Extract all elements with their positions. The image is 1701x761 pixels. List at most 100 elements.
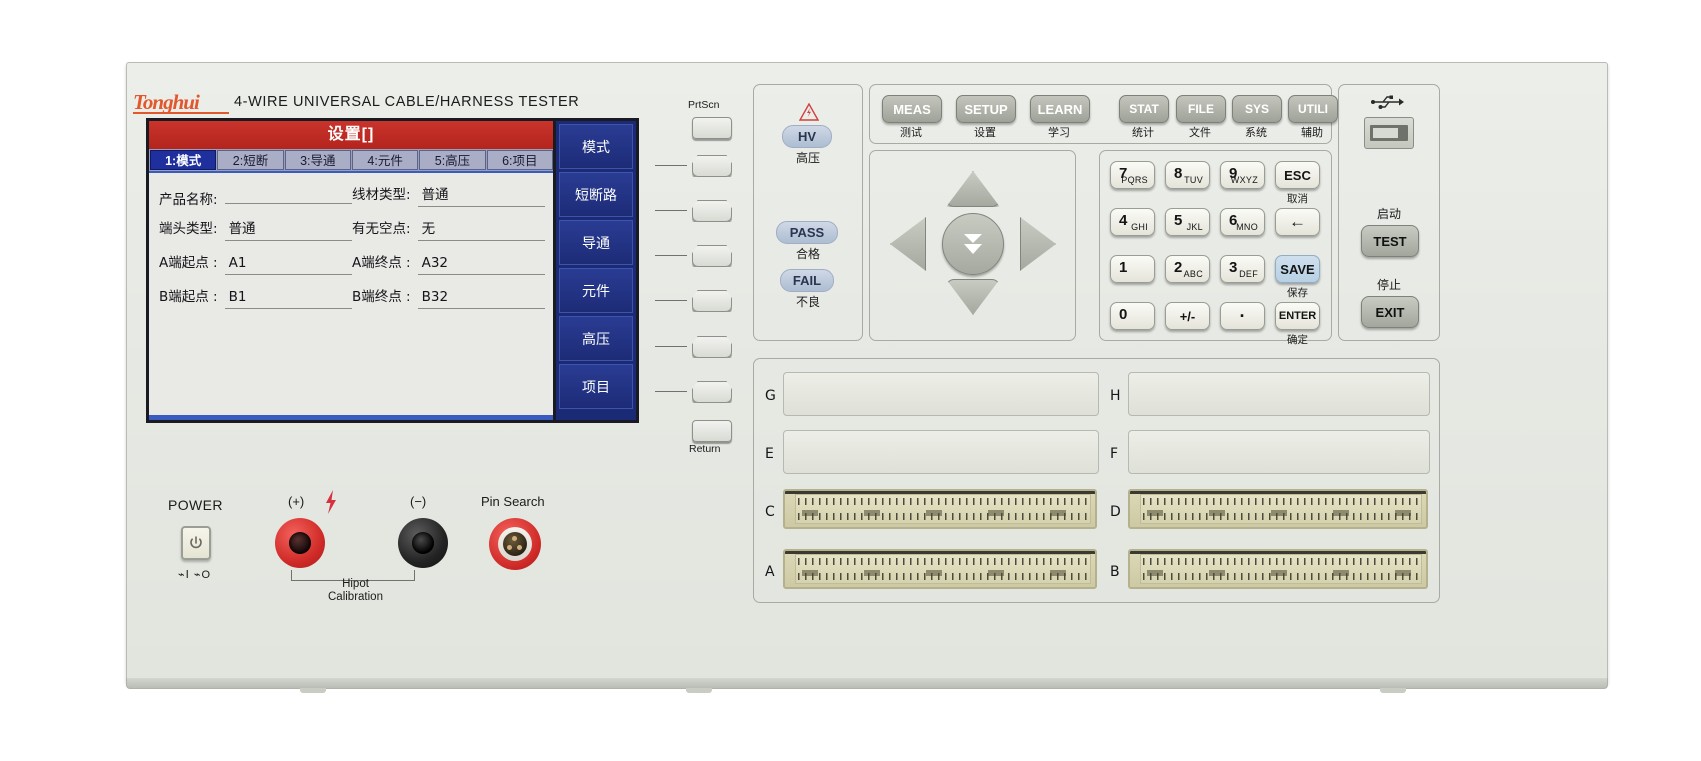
- file-button[interactable]: FILE: [1176, 95, 1226, 123]
- lcd-tab-project[interactable]: 6:项目: [486, 150, 553, 170]
- stat-button[interactable]: STAT: [1119, 95, 1169, 123]
- field-b-start[interactable]: B端起点 : B1: [159, 285, 352, 309]
- numeric-keypad-panel: 7 PQRS 8 TUV 9 WXYZ ESC 取消 4 GHI 5 JKL 6…: [1099, 150, 1332, 346]
- key-digit: 1: [1119, 259, 1128, 276]
- key-1[interactable]: 1: [1110, 255, 1155, 283]
- usb-port[interactable]: [1364, 117, 1414, 149]
- save-button[interactable]: SAVE: [1275, 255, 1320, 283]
- softkey-button-2[interactable]: [692, 200, 732, 222]
- learn-button[interactable]: LEARN: [1030, 95, 1090, 123]
- key-decimal-point[interactable]: ·: [1220, 302, 1265, 330]
- field-value[interactable]: 普通: [224, 220, 352, 241]
- connector-slot-f[interactable]: [1128, 430, 1430, 474]
- hipot-line2: Calibration: [328, 591, 383, 603]
- sys-button[interactable]: SYS: [1232, 95, 1282, 123]
- softkey-button-4[interactable]: [692, 290, 732, 312]
- double-chevron-down-icon: [964, 234, 982, 254]
- pin-search-terminal[interactable]: [489, 518, 541, 570]
- field-b-end[interactable]: B端终点 : B32: [352, 285, 545, 309]
- field-a-end[interactable]: A端终点 : A32: [352, 251, 545, 275]
- field-value[interactable]: A1: [224, 254, 352, 275]
- key-2[interactable]: 2 ABC: [1165, 255, 1210, 283]
- field-terminal-type[interactable]: 端头类型: 普通: [159, 217, 352, 241]
- softkey-button-return[interactable]: [692, 420, 732, 442]
- hv-plus-terminal[interactable]: [275, 518, 325, 568]
- connector-slot-h[interactable]: [1128, 372, 1430, 416]
- connector-socket-d[interactable]: [1128, 489, 1428, 529]
- key-3[interactable]: 3 DEF: [1220, 255, 1265, 283]
- key-0[interactable]: 0: [1110, 302, 1155, 330]
- navigation-center-button[interactable]: [942, 213, 1004, 275]
- field-value[interactable]: 无: [417, 220, 545, 241]
- connector-slot-g[interactable]: [783, 372, 1099, 416]
- hv-indicator-label: 高压: [795, 151, 820, 165]
- lcd-tab-mode[interactable]: 1:模式: [150, 150, 217, 170]
- field-value[interactable]: B32: [417, 288, 545, 309]
- key-6[interactable]: 6 MNO: [1220, 208, 1265, 236]
- key-digit: 0: [1119, 306, 1128, 323]
- field-value[interactable]: A32: [417, 254, 545, 275]
- setup-sublabel: 设置: [974, 126, 996, 139]
- key-8[interactable]: 8 TUV: [1165, 161, 1210, 189]
- connector-label-d: D: [1110, 504, 1121, 520]
- key-7[interactable]: 7 PQRS: [1110, 161, 1155, 189]
- field-product-name[interactable]: 产品名称:: [159, 183, 352, 208]
- connector-label-e: E: [765, 446, 774, 462]
- high-voltage-warning-icon: [799, 103, 819, 121]
- power-button[interactable]: [181, 526, 211, 560]
- arrow-right-icon[interactable]: [1020, 217, 1056, 271]
- arrow-left-icon[interactable]: [890, 217, 926, 271]
- test-button[interactable]: TEST: [1361, 225, 1419, 257]
- arrow-down-icon[interactable]: [946, 279, 1000, 315]
- enter-button[interactable]: ENTER: [1275, 302, 1320, 330]
- utili-button[interactable]: UTILI: [1288, 95, 1338, 123]
- key-5[interactable]: 5 JKL: [1165, 208, 1210, 236]
- backspace-button[interactable]: ←: [1275, 208, 1320, 236]
- connector-socket-a[interactable]: [783, 549, 1097, 589]
- softkey-button-6[interactable]: [692, 381, 732, 403]
- arrow-up-icon[interactable]: [946, 171, 1000, 207]
- softkey-connector-line-3: [655, 255, 687, 256]
- field-value[interactable]: B1: [224, 288, 352, 309]
- lcd-tab-continuity[interactable]: 3:导通: [284, 150, 351, 170]
- fail-indicator-label: 不良: [795, 295, 820, 309]
- field-empty-point[interactable]: 有无空点: 无: [352, 217, 545, 241]
- lcd-tab-component[interactable]: 4:元件: [351, 150, 419, 170]
- softkey-button-1[interactable]: [692, 155, 732, 177]
- key-plus-minus[interactable]: +/-: [1165, 302, 1210, 330]
- soft-menu-item-project[interactable]: 项目: [559, 364, 633, 409]
- key-9[interactable]: 9 WXYZ: [1220, 161, 1265, 189]
- connector-socket-c[interactable]: [783, 489, 1097, 529]
- key-letters: DEF: [1239, 269, 1258, 279]
- soft-menu-item-component[interactable]: 元件: [559, 268, 633, 313]
- connector-slot-e[interactable]: [783, 430, 1099, 474]
- soft-menu-item-continuity[interactable]: 导通: [559, 220, 633, 265]
- field-value[interactable]: [224, 183, 352, 204]
- field-a-start[interactable]: A端起点 : A1: [159, 251, 352, 275]
- softkey-button-prtscn[interactable]: [692, 117, 732, 139]
- lcd-tab-highvoltage[interactable]: 5:高压: [419, 150, 486, 170]
- key-digit: 8: [1174, 165, 1183, 182]
- esc-button[interactable]: ESC: [1275, 161, 1320, 189]
- exit-button[interactable]: EXIT: [1361, 296, 1419, 328]
- sys-sublabel: 系统: [1245, 126, 1267, 139]
- start-label: 启动: [1376, 207, 1401, 221]
- soft-menu-item-mode[interactable]: 模式: [559, 124, 633, 169]
- soft-menu-item-highvoltage[interactable]: 高压: [559, 316, 633, 361]
- hv-indicator-led: HV: [782, 125, 832, 148]
- key-letters: WXYZ: [1230, 175, 1258, 185]
- connector-socket-b[interactable]: [1128, 549, 1428, 589]
- chassis-foot-left: [300, 688, 326, 693]
- softkey-button-3[interactable]: [692, 245, 732, 267]
- meas-button[interactable]: MEAS: [882, 95, 942, 123]
- field-value[interactable]: 普通: [417, 186, 545, 207]
- soft-menu-item-shortopen[interactable]: 短断路: [559, 172, 633, 217]
- lcd-tab-short[interactable]: 2:短断: [217, 150, 284, 170]
- field-label: A端终点 :: [352, 255, 411, 271]
- softkey-button-5[interactable]: [692, 336, 732, 358]
- field-wire-type[interactable]: 线材类型: 普通: [352, 183, 545, 207]
- key-4[interactable]: 4 GHI: [1110, 208, 1155, 236]
- setup-button[interactable]: SETUP: [956, 95, 1016, 123]
- hv-minus-terminal[interactable]: [398, 518, 448, 568]
- esc-sublabel: 取消: [1287, 193, 1308, 205]
